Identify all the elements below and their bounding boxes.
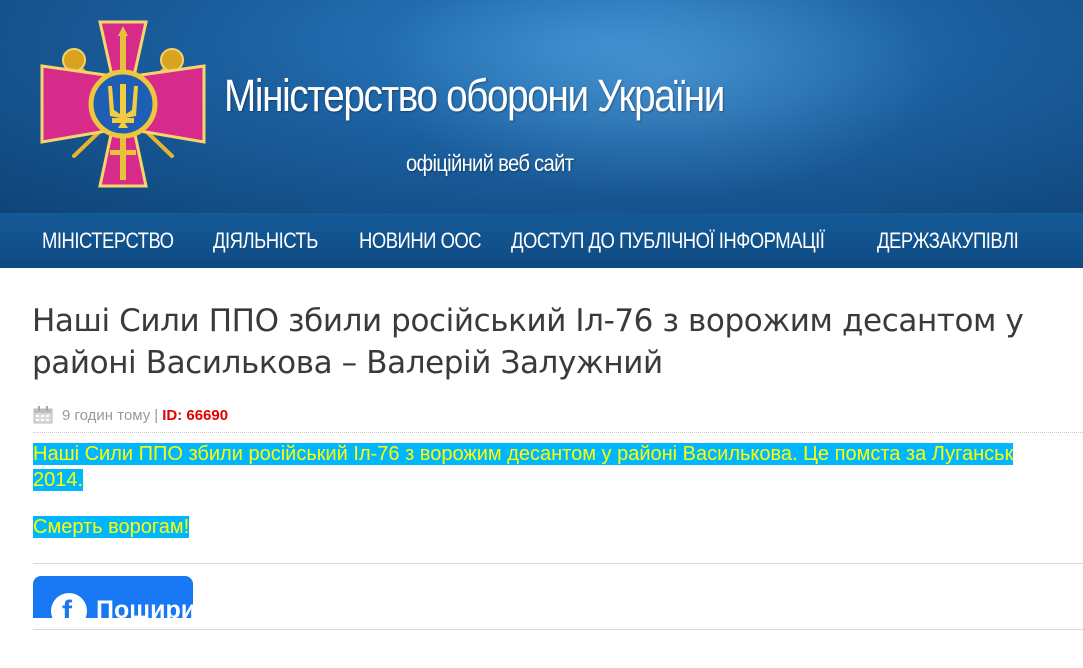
facebook-share-button[interactable]: f Поширити — [33, 576, 193, 618]
article-paragraph-text: Смерть ворогам! — [33, 516, 190, 538]
main-navigation: МІНІСТЕРСТВО ДІЯЛЬНІСТЬ НОВИНИ ООС ДОСТУ… — [0, 213, 1083, 268]
facebook-share-label: Поширити — [96, 596, 193, 618]
nav-item-ministry[interactable]: МІНІСТЕРСТВО — [42, 228, 174, 254]
nav-item-public-info-access[interactable]: ДОСТУП ДО ПУБЛІЧНОЇ ІНФОРМАЦІЇ — [511, 228, 825, 254]
nav-item-oos-news[interactable]: НОВИНИ ООС — [359, 228, 482, 254]
site-title: Міністерство оборони України — [224, 70, 725, 121]
site-header: Міністерство оборони України офіційний в… — [0, 0, 1083, 213]
nav-item-procurement[interactable]: ДЕРЖЗАКУПІВЛІ — [877, 228, 1019, 254]
facebook-icon: f — [51, 593, 87, 618]
article-id: ID: 66690 — [162, 406, 229, 424]
divider-bottom — [33, 629, 1083, 631]
article-time: 9 годин тому — [62, 406, 151, 424]
article-title: Наші Сили ППО збили російський Іл-76 з в… — [32, 303, 1024, 381]
ministry-emblem-logo[interactable] — [38, 18, 208, 190]
calendar-icon — [33, 406, 53, 424]
article-meta: 9 годин тому | ID: 66690 — [33, 405, 228, 425]
article-paragraph-text: Наші Сили ППО збили російський Іл-76 з в… — [33, 443, 1014, 491]
article-paragraph: Смерть ворогам! — [33, 514, 190, 540]
nav-item-activity[interactable]: ДІЯЛЬНІСТЬ — [213, 228, 318, 254]
divider-middle — [33, 563, 1083, 565]
site-subtitle: офіційний веб сайт — [406, 150, 574, 176]
meta-separator: | — [154, 406, 159, 424]
divider-top — [33, 432, 1083, 434]
article-paragraph: Наші Сили ППО збили російський Іл-76 з в… — [33, 441, 1043, 493]
